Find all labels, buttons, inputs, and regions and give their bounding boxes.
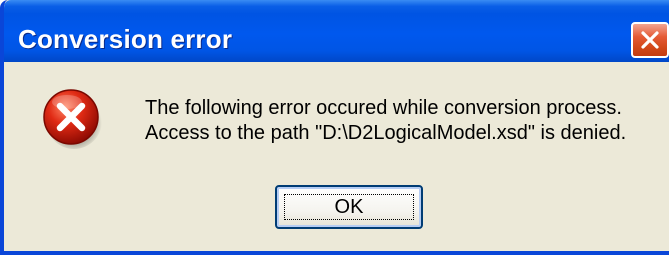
message-line-2: Access to the path "D:\D2LogicalModel.xs… (145, 122, 627, 144)
ok-button-label: OK (334, 196, 364, 218)
close-icon (641, 31, 659, 49)
error-message: The following error occured while conver… (145, 96, 669, 146)
dialog-title: Conversion error (18, 24, 233, 54)
close-button[interactable] (631, 22, 669, 58)
message-line-1: The following error occured while conver… (145, 97, 622, 119)
ok-button[interactable]: OK (275, 185, 423, 229)
error-icon (43, 89, 102, 149)
error-dialog: Conversion error The following error occ… (0, 0, 669, 255)
title-bar[interactable]: Conversion error (4, 0, 669, 62)
